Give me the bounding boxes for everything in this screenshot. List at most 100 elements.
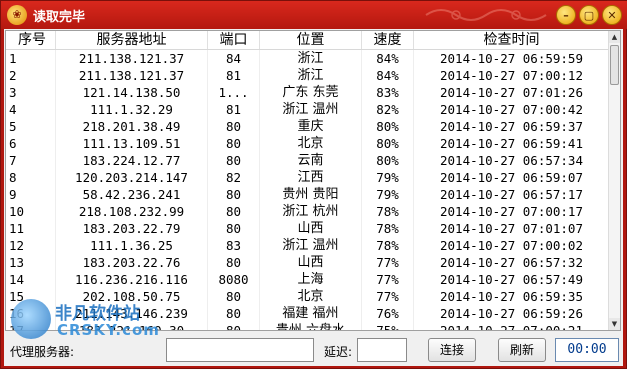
cell-speed: 78% xyxy=(362,220,414,237)
cell-server-address: 183.221.160.30 xyxy=(56,322,208,330)
cell-server-address: 121.14.138.50 xyxy=(56,84,208,101)
cell-port: 80 xyxy=(208,288,260,305)
table-row[interactable]: 2 211.138.121.37 81 浙江 84% 2014-10-27 07:00:1… xyxy=(6,67,610,84)
table-header: 序号 服务器地址 端口 位置 速度 检查时间 xyxy=(6,31,610,50)
close-button[interactable]: ✕ xyxy=(602,5,622,25)
cell-check-time: 2014-10-27 07:00:12 xyxy=(414,67,610,84)
cell-port: 80 xyxy=(208,118,260,135)
table-row[interactable]: 13 183.203.22.76 80 山西 77% 2014-10-27 06:57:3… xyxy=(6,254,610,271)
cell-port: 83 xyxy=(208,237,260,254)
timer-display: 00:00 xyxy=(555,338,619,362)
cell-server-address: 218.108.232.99 xyxy=(56,203,208,220)
table-row[interactable]: 9 58.42.236.241 80 贵州 贵阳 79% 2014-10-27 06:57… xyxy=(6,186,610,203)
header-index[interactable]: 序号 xyxy=(6,31,56,49)
cell-port: 82 xyxy=(208,169,260,186)
cell-server-address: 116.236.216.116 xyxy=(56,271,208,288)
minimize-button[interactable]: – xyxy=(556,5,576,25)
cell-index: 14 xyxy=(6,271,56,288)
cell-speed: 84% xyxy=(362,67,414,84)
delay-input[interactable] xyxy=(357,338,407,362)
proxy-list-table[interactable]: 序号 服务器地址 端口 位置 速度 检查时间 1 211.138.121.37 84… xyxy=(5,30,621,331)
cell-location: 浙江 xyxy=(260,67,362,84)
cell-port: 81 xyxy=(208,101,260,118)
cell-server-address: 183.224.12.77 xyxy=(56,152,208,169)
cell-port: 8080 xyxy=(208,271,260,288)
scroll-up-icon[interactable]: ▲ xyxy=(609,31,620,43)
cell-speed: 80% xyxy=(362,135,414,152)
cell-check-time: 2014-10-27 07:00:21 xyxy=(414,322,610,330)
cell-index: 4 xyxy=(6,101,56,118)
table-row[interactable]: 11 183.203.22.79 80 山西 78% 2014-10-27 07:01:0… xyxy=(6,220,610,237)
connect-button[interactable]: 连接 xyxy=(428,338,476,362)
title-decoration-icon xyxy=(425,9,547,21)
cell-index: 1 xyxy=(6,50,56,67)
delay-label: 延迟: xyxy=(324,345,353,359)
cell-server-address: 211.138.121.37 xyxy=(56,50,208,67)
table-row[interactable]: 6 111.13.109.51 80 北京 80% 2014-10-27 06:59:41 xyxy=(6,135,610,152)
vertical-scrollbar[interactable]: ▲ ▼ xyxy=(608,31,620,330)
maximize-button[interactable]: ▢ xyxy=(579,5,599,25)
header-server-address[interactable]: 服务器地址 xyxy=(56,31,208,49)
cell-speed: 76% xyxy=(362,305,414,322)
header-check-time[interactable]: 检查时间 xyxy=(414,31,610,49)
cell-location: 云南 xyxy=(260,152,362,169)
cell-location: 山西 xyxy=(260,254,362,271)
table-row[interactable]: 16 211.143.146.239 80 福建 福州 76% 2014-10-27 06… xyxy=(6,305,610,322)
cell-check-time: 2014-10-27 06:57:34 xyxy=(414,152,610,169)
window-title: 读取完毕 xyxy=(33,9,86,25)
cell-speed: 80% xyxy=(362,152,414,169)
cell-check-time: 2014-10-27 07:00:17 xyxy=(414,203,610,220)
header-location[interactable]: 位置 xyxy=(260,31,362,49)
table-row[interactable]: 8 120.203.214.147 82 江西 79% 2014-10-27 06:59:… xyxy=(6,169,610,186)
cell-speed: 77% xyxy=(362,288,414,305)
cell-location: 浙江 温州 xyxy=(260,237,362,254)
refresh-button[interactable]: 刷新 xyxy=(498,338,546,362)
table-row[interactable]: 17 183.221.160.30 80 贵州 六盘水 75% 2014-10-27 07… xyxy=(6,322,610,330)
cell-location: 浙江 温州 xyxy=(260,101,362,118)
scroll-thumb[interactable] xyxy=(610,45,619,85)
cell-check-time: 2014-10-27 06:59:26 xyxy=(414,305,610,322)
minimize-icon: – xyxy=(563,8,569,22)
cell-index: 6 xyxy=(6,135,56,152)
table-row[interactable]: 4 111.1.32.29 81 浙江 温州 82% 2014-10-27 07:00:4… xyxy=(6,101,610,118)
table-row[interactable]: 7 183.224.12.77 80 云南 80% 2014-10-27 06:57:34 xyxy=(6,152,610,169)
cell-speed: 78% xyxy=(362,203,414,220)
cell-server-address: 58.42.236.241 xyxy=(56,186,208,203)
cell-location: 北京 xyxy=(260,135,362,152)
cell-check-time: 2014-10-27 06:57:32 xyxy=(414,254,610,271)
cell-server-address: 211.138.121.37 xyxy=(56,67,208,84)
table-row[interactable]: 3 121.14.138.50 1... 广东 东莞 83% 2014-10-27 07:… xyxy=(6,84,610,101)
header-speed[interactable]: 速度 xyxy=(362,31,414,49)
cell-index: 15 xyxy=(6,288,56,305)
cell-index: 12 xyxy=(6,237,56,254)
cell-location: 福建 福州 xyxy=(260,305,362,322)
header-port[interactable]: 端口 xyxy=(208,31,260,49)
bottom-toolbar: 代理服务器: 延迟: 连接 刷新 00:00 xyxy=(4,332,623,366)
table-row[interactable]: 14 116.236.216.116 8080 上海 77% 2014-10-27 06:… xyxy=(6,271,610,288)
table-row[interactable]: 12 111.1.36.25 83 浙江 温州 78% 2014-10-27 07:00:… xyxy=(6,237,610,254)
scroll-down-icon[interactable]: ▼ xyxy=(609,318,620,330)
proxy-server-input[interactable] xyxy=(166,338,314,362)
cell-index: 17 xyxy=(6,322,56,330)
cell-speed: 78% xyxy=(362,237,414,254)
cell-check-time: 2014-10-27 06:59:37 xyxy=(414,118,610,135)
table-row[interactable]: 1 211.138.121.37 84 浙江 84% 2014-10-27 06:59:5… xyxy=(6,50,610,67)
table-row[interactable]: 10 218.108.232.99 80 浙江 杭州 78% 2014-10-27 07:… xyxy=(6,203,610,220)
cell-check-time: 2014-10-27 07:01:07 xyxy=(414,220,610,237)
cell-port: 1... xyxy=(208,84,260,101)
cell-speed: 79% xyxy=(362,186,414,203)
cell-index: 11 xyxy=(6,220,56,237)
cell-port: 80 xyxy=(208,135,260,152)
cell-speed: 83% xyxy=(362,84,414,101)
cell-index: 5 xyxy=(6,118,56,135)
cell-port: 80 xyxy=(208,254,260,271)
main-window: ❀ 读取完毕 – ▢ ✕ 序号 服务器地址 端口 位置 速度 检查时间 1 211… xyxy=(0,0,627,369)
cell-speed: 77% xyxy=(362,271,414,288)
cell-check-time: 2014-10-27 07:00:02 xyxy=(414,237,610,254)
cell-speed: 82% xyxy=(362,101,414,118)
cell-server-address: 111.1.32.29 xyxy=(56,101,208,118)
cell-server-address: 111.13.109.51 xyxy=(56,135,208,152)
table-row[interactable]: 15 202.108.50.75 80 北京 77% 2014-10-27 06:59:3… xyxy=(6,288,610,305)
table-row[interactable]: 5 218.201.38.49 80 重庆 80% 2014-10-27 06:59:37 xyxy=(6,118,610,135)
title-bar[interactable]: ❀ 读取完毕 – ▢ ✕ xyxy=(1,1,627,29)
